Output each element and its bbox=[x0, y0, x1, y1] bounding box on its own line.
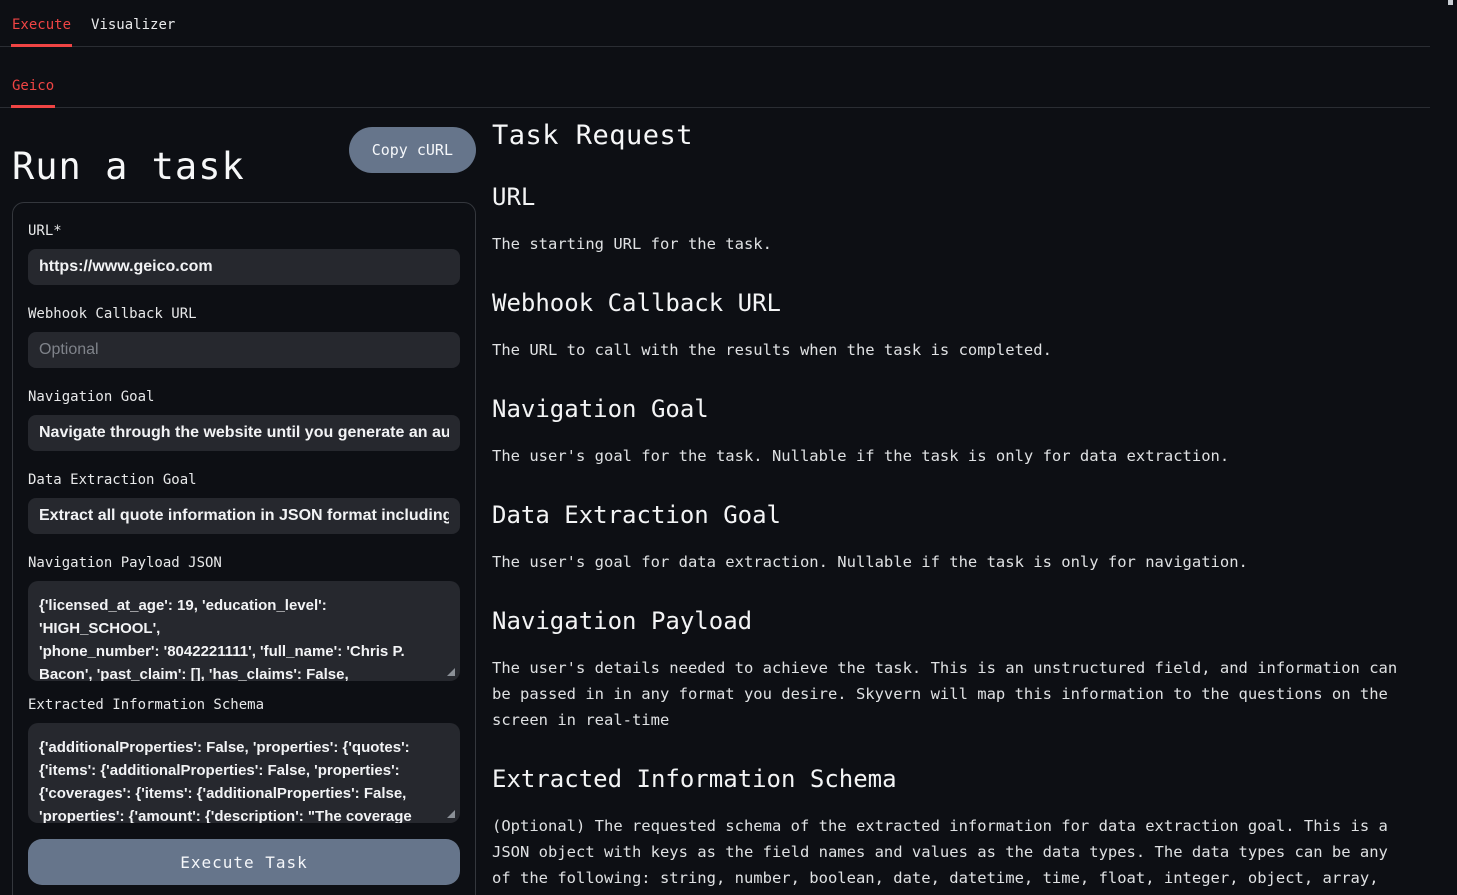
url-input[interactable] bbox=[28, 249, 460, 285]
extracted-schema-wrap: {'additionalProperties': False, 'propert… bbox=[28, 723, 460, 823]
doc-section-heading: Navigation Payload bbox=[492, 607, 1418, 635]
doc-section-body: The user's details needed to achieve the… bbox=[492, 655, 1418, 733]
secondary-tab-bar: Geico bbox=[0, 47, 1430, 108]
data-extraction-goal-label: Data Extraction Goal bbox=[28, 472, 460, 488]
doc-section-navigation-goal: Navigation Goal The user's goal for the … bbox=[492, 395, 1418, 469]
data-extraction-goal-input[interactable] bbox=[28, 498, 460, 534]
doc-section-heading: Extracted Information Schema bbox=[492, 765, 1418, 793]
doc-section-body: (Optional) The requested schema of the e… bbox=[492, 813, 1418, 895]
navigation-payload-wrap: {'licensed_at_age': 19, 'education_level… bbox=[28, 581, 460, 681]
webhook-label: Webhook Callback URL bbox=[28, 306, 460, 322]
doc-section-body: The user's goal for the task. Nullable i… bbox=[492, 443, 1418, 469]
doc-section-data-extraction-goal: Data Extraction Goal The user's goal for… bbox=[492, 501, 1418, 575]
navigation-payload-label: Navigation Payload JSON bbox=[28, 555, 460, 571]
form-header: Run a task Copy cURL bbox=[12, 126, 476, 188]
doc-section-body: The URL to call with the results when th… bbox=[492, 337, 1418, 363]
doc-section-extracted-schema: Extracted Information Schema (Optional) … bbox=[492, 765, 1418, 895]
doc-section-heading: Navigation Goal bbox=[492, 395, 1418, 423]
execute-task-button[interactable]: Execute Task bbox=[28, 839, 460, 885]
scrollbar-thumb[interactable] bbox=[1448, 0, 1453, 5]
doc-section-webhook: Webhook Callback URL The URL to call wit… bbox=[492, 289, 1418, 363]
task-form-panel: Run a task Copy cURL URL* Webhook Callba… bbox=[12, 108, 476, 895]
tab-execute[interactable]: Execute bbox=[11, 12, 72, 47]
task-form-card: URL* Webhook Callback URL Navigation Goa… bbox=[12, 202, 476, 895]
navigation-goal-input[interactable] bbox=[28, 415, 460, 451]
extracted-schema-label: Extracted Information Schema bbox=[28, 697, 460, 713]
doc-section-navigation-payload: Navigation Payload The user's details ne… bbox=[492, 607, 1418, 733]
resize-handle-icon[interactable] bbox=[447, 810, 455, 818]
main-area: Run a task Copy cURL URL* Webhook Callba… bbox=[0, 108, 1430, 895]
extracted-schema-textarea[interactable]: {'additionalProperties': False, 'propert… bbox=[28, 723, 460, 823]
page-title: Run a task bbox=[12, 145, 245, 188]
doc-section-heading: Webhook Callback URL bbox=[492, 289, 1418, 317]
doc-section-url: URL The starting URL for the task. bbox=[492, 183, 1418, 257]
resize-handle-icon[interactable] bbox=[447, 668, 455, 676]
tab-geico[interactable]: Geico bbox=[11, 73, 55, 108]
webhook-input[interactable] bbox=[28, 332, 460, 368]
navigation-payload-textarea[interactable]: {'licensed_at_age': 19, 'education_level… bbox=[28, 581, 460, 681]
copy-curl-button[interactable]: Copy cURL bbox=[349, 127, 476, 173]
url-label: URL* bbox=[28, 223, 460, 239]
navigation-goal-label: Navigation Goal bbox=[28, 389, 460, 405]
tab-visualizer[interactable]: Visualizer bbox=[90, 12, 176, 47]
doc-section-heading: Data Extraction Goal bbox=[492, 501, 1418, 529]
doc-section-body: The user's goal for data extraction. Nul… bbox=[492, 549, 1418, 575]
doc-section-body: The starting URL for the task. bbox=[492, 231, 1418, 257]
doc-section-heading: URL bbox=[492, 183, 1418, 211]
primary-tab-bar: Execute Visualizer bbox=[0, 0, 1430, 47]
docs-panel: Task Request URL The starting URL for th… bbox=[492, 108, 1418, 895]
page: Execute Visualizer Geico Run a task Copy… bbox=[0, 0, 1430, 895]
docs-title: Task Request bbox=[492, 120, 1418, 151]
